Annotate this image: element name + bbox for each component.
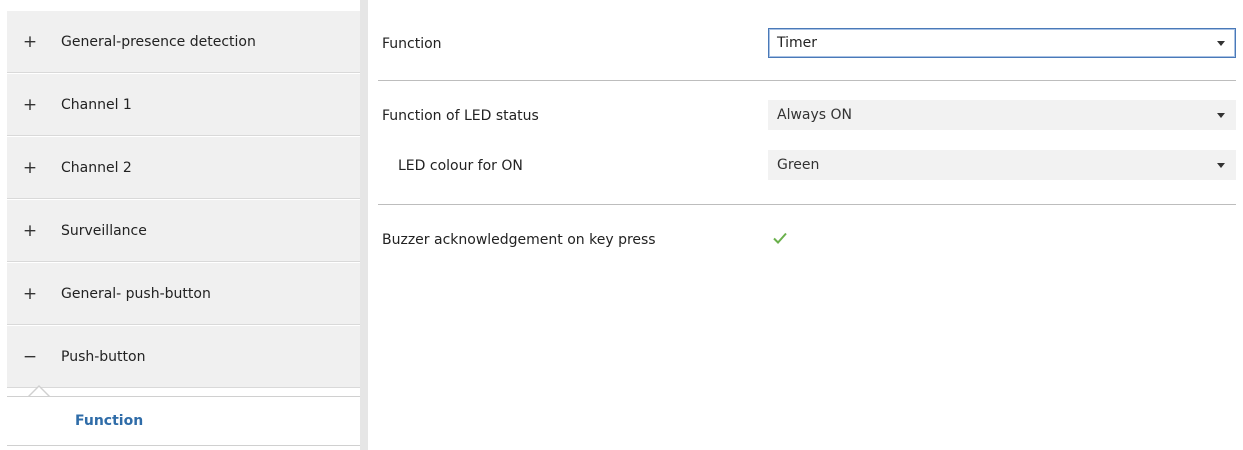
sidebar-item-label: Channel 1 — [61, 96, 132, 113]
sidebar-item-general-push-button[interactable]: + General- push-button — [7, 263, 360, 325]
expand-icon[interactable]: + — [7, 284, 47, 304]
sidebar-tree: + General-presence detection + Channel 1… — [0, 0, 368, 450]
sidebar-item-label: General-presence detection — [61, 33, 256, 50]
expand-icon[interactable]: + — [7, 221, 47, 241]
led-colour-label: LED colour for ON — [398, 158, 523, 174]
expand-icon[interactable]: + — [7, 32, 47, 52]
sidebar-scrollbar[interactable] — [360, 0, 368, 450]
sidebar-item-channel-1[interactable]: + Channel 1 — [7, 74, 360, 136]
sidebar-item-push-button[interactable]: − Push-button — [7, 326, 360, 388]
divider — [378, 80, 1236, 81]
led-colour-select[interactable]: Green — [768, 150, 1236, 180]
function-label: Function — [382, 36, 442, 52]
led-status-select[interactable]: Always ON — [768, 100, 1236, 130]
sidebar-item-label: General- push-button — [61, 285, 211, 302]
buzzer-label: Buzzer acknowledgement on key press — [382, 232, 656, 248]
checkmark-icon — [773, 232, 787, 244]
led-colour-select-value: Green — [777, 157, 820, 173]
sidebar-subitem-label: Function — [75, 413, 144, 429]
led-status-label: Function of LED status — [382, 108, 539, 124]
sidebar-subitem-function[interactable]: Function — [7, 396, 362, 446]
sidebar-item-channel-2[interactable]: + Channel 2 — [7, 137, 360, 199]
chevron-down-icon — [1217, 162, 1225, 168]
expand-icon[interactable]: + — [7, 95, 47, 115]
function-select[interactable]: Timer — [768, 28, 1236, 58]
expand-icon[interactable]: + — [7, 158, 47, 178]
sidebar-item-general-presence-detection[interactable]: + General-presence detection — [7, 11, 360, 73]
buzzer-checkbox[interactable] — [770, 228, 790, 248]
sidebar-item-label: Channel 2 — [61, 159, 132, 176]
collapse-icon[interactable]: − — [7, 347, 47, 367]
divider — [378, 204, 1236, 205]
chevron-down-icon — [1217, 112, 1225, 118]
function-select-value: Timer — [777, 35, 818, 51]
sidebar-item-label: Surveillance — [61, 222, 147, 239]
sidebar-item-label: Push-button — [61, 348, 146, 365]
chevron-down-icon — [1217, 40, 1225, 46]
led-status-select-value: Always ON — [777, 107, 853, 123]
sidebar-item-surveillance[interactable]: + Surveillance — [7, 200, 360, 262]
parameter-panel: Function Timer Function of LED status Al… — [368, 0, 1243, 450]
